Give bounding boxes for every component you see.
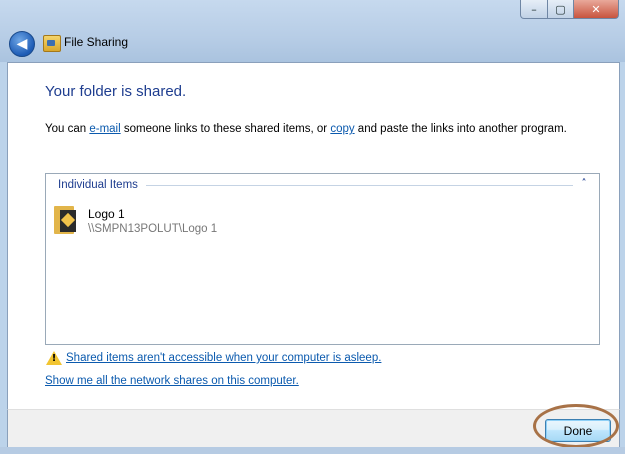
minimize-button[interactable]: – — [520, 0, 548, 19]
folder-icon — [54, 206, 76, 234]
close-button[interactable]: ✕ — [574, 0, 619, 19]
warning-mark: ! — [51, 353, 57, 364]
asleep-warning-link[interactable]: Shared items aren't accessible when your… — [66, 352, 381, 364]
group-divider — [146, 185, 573, 186]
group-header-individual-items: Individual Items — [58, 179, 142, 191]
chevron-up-icon[interactable]: ˄ — [577, 176, 591, 190]
file-sharing-icon — [43, 35, 61, 52]
desc-suffix: and paste the links into another program… — [354, 123, 567, 135]
shared-items-list: Individual Items ˄ Logo 1 \\SMPN13POLUT\… — [45, 173, 600, 345]
maximize-button[interactable]: ▢ — [548, 0, 574, 19]
window-frame-bottom — [0, 447, 625, 454]
share-description: You can e-mail someone links to these sh… — [45, 123, 567, 135]
item-name: Logo 1 — [88, 207, 125, 221]
dialog-title: File Sharing — [64, 35, 129, 49]
page-title: Your folder is shared. — [45, 83, 187, 100]
item-path: \\SMPN13POLUT\Logo 1 — [88, 223, 218, 235]
list-item[interactable]: Logo 1 \\SMPN13POLUT\Logo 1 — [54, 204, 254, 238]
network-shares-link[interactable]: Show me all the network shares on this c… — [45, 375, 299, 387]
annotation-circle — [533, 404, 619, 448]
dialog-content: Your folder is shared. You can e-mail so… — [7, 62, 620, 410]
email-link[interactable]: e-mail — [89, 123, 120, 135]
back-arrow-icon[interactable]: ◀ — [9, 31, 35, 57]
dialog-footer: Done — [7, 409, 620, 449]
desc-prefix: You can — [45, 123, 90, 135]
copy-link[interactable]: copy — [330, 123, 354, 135]
desc-middle: someone links to these shared items, or — [120, 123, 331, 135]
window-controls: – ▢ ✕ — [520, 0, 619, 20]
